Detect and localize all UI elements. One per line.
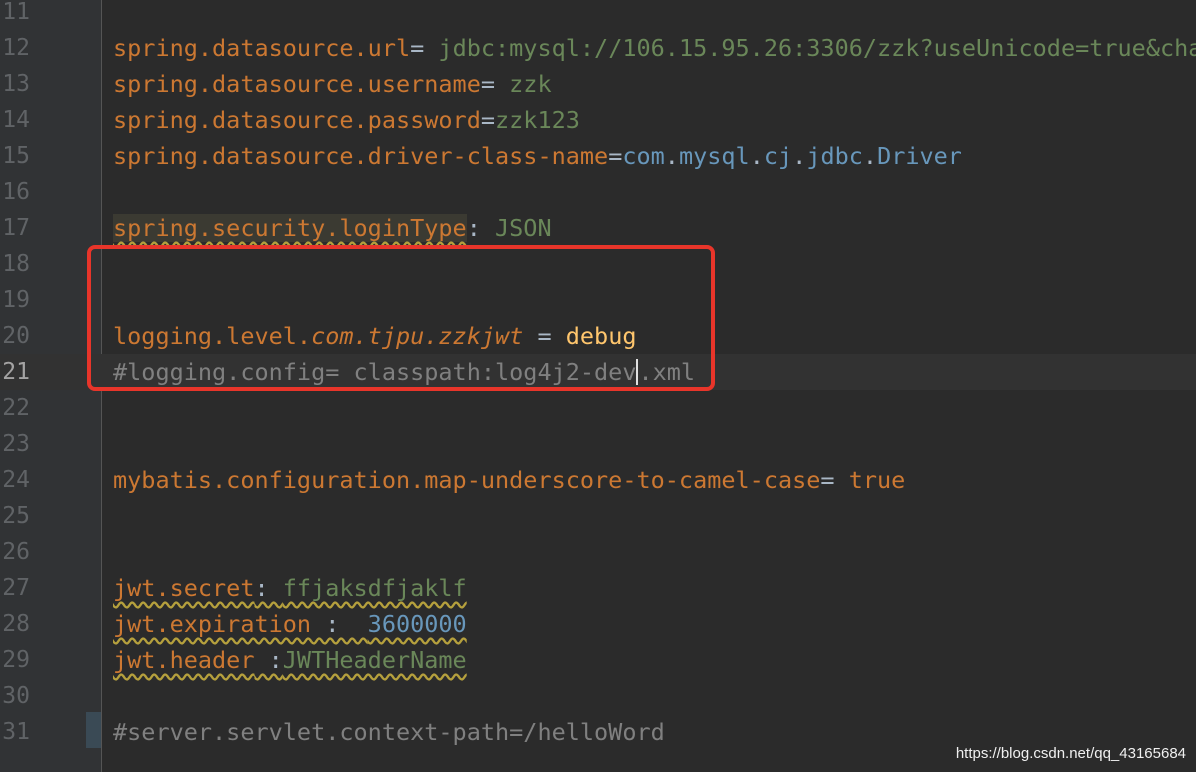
code-text[interactable]: spring.datasource.url= jdbc:mysql://106.… [113, 30, 1196, 66]
code-text[interactable]: spring.datasource.driver-class-name=com.… [113, 138, 962, 174]
property-value: 3600000 [367, 610, 467, 638]
line-number: 14 [2, 107, 30, 133]
line-number: 11 [2, 0, 30, 25]
code-line[interactable]: 28 jwt.expiration : 3600000 [0, 606, 1196, 642]
code-line[interactable]: 15 spring.datasource.driver-class-name=c… [0, 138, 1196, 174]
property-key: jwt.header [113, 646, 255, 674]
line-number: 19 [2, 287, 30, 313]
separator: = [410, 34, 439, 62]
highlight-annotation-box [87, 245, 715, 391]
code-line[interactable]: 22 [0, 390, 1196, 426]
line-number: 21 [2, 359, 30, 385]
package-segment: mysql [678, 142, 750, 170]
package-segment: cj [763, 142, 793, 170]
line-number: 28 [2, 611, 30, 637]
package-dot: . [749, 142, 764, 170]
code-line[interactable]: 30 [0, 678, 1196, 714]
property-key: jwt.expiration [113, 610, 312, 638]
line-number: 12 [2, 35, 30, 61]
line-number: 15 [2, 143, 30, 169]
property-key: jwt.secret [113, 574, 255, 602]
property-key: spring.security.loginType [113, 214, 467, 242]
line-number: 25 [2, 503, 30, 529]
property-value: JWTHeaderName [282, 646, 467, 674]
line-number: 26 [2, 539, 30, 565]
line-number: 16 [2, 179, 30, 205]
line-number: 31 [2, 719, 30, 745]
line-number: 29 [2, 647, 30, 673]
line-number: 13 [2, 71, 30, 97]
code-text[interactable]: spring.datasource.username= zzk [113, 66, 552, 102]
code-line[interactable]: 12 spring.datasource.url= jdbc:mysql://1… [0, 30, 1196, 66]
package-dot: . [664, 142, 679, 170]
code-text[interactable]: jwt.secret: ffjaksdfjaklf [113, 570, 467, 606]
code-line[interactable]: 14 spring.datasource.password=zzk123 [0, 102, 1196, 138]
code-line[interactable]: 26 [0, 534, 1196, 570]
code-line[interactable]: 24 mybatis.configuration.map-underscore-… [0, 462, 1196, 498]
property-value: ffjaksdfjaklf [282, 574, 467, 602]
line-number: 23 [2, 431, 30, 457]
line-number: 27 [2, 575, 30, 601]
property-value: zzk123 [495, 106, 580, 134]
code-line[interactable]: 17 spring.security.loginType: JSON [0, 210, 1196, 246]
code-line[interactable]: 29 jwt.header :JWTHeaderName [0, 642, 1196, 678]
property-value: true [848, 466, 906, 494]
watermark-text: https://blog.csdn.net/qq_43165684 [955, 745, 1186, 762]
code-line[interactable]: 25 [0, 498, 1196, 534]
code-line[interactable]: 16 [0, 174, 1196, 210]
code-text[interactable]: spring.datasource.password=zzk123 [113, 102, 580, 138]
line-number: 18 [2, 251, 30, 277]
separator: = [820, 466, 849, 494]
property-key: mybatis.configuration.map-underscore-to-… [113, 466, 821, 494]
code-line[interactable]: 11 [0, 0, 1196, 30]
property-key: spring.datasource.username [113, 70, 481, 98]
separator: = [480, 106, 496, 134]
separator: = [480, 70, 510, 98]
package-segment: com [622, 142, 665, 170]
code-line[interactable]: 23 [0, 426, 1196, 462]
separator: : [254, 646, 283, 674]
code-text[interactable]: mybatis.configuration.map-underscore-to-… [113, 462, 905, 498]
property-key: spring.datasource.driver-class-name [113, 142, 609, 170]
package-dot: . [862, 142, 878, 170]
line-number: 22 [2, 395, 30, 421]
code-text[interactable]: jwt.header :JWTHeaderName [113, 642, 467, 678]
separator: : [311, 610, 368, 638]
code-text[interactable]: #server.servlet.context-path=/helloWord [113, 714, 665, 750]
separator: : [466, 214, 496, 242]
line-number: 17 [2, 215, 30, 241]
package-dot: . [792, 142, 807, 170]
code-line[interactable]: 27 jwt.secret: ffjaksdfjaklf [0, 570, 1196, 606]
property-value: JSON [495, 214, 552, 242]
property-key: spring.datasource.password [113, 106, 481, 134]
code-text[interactable]: jwt.expiration : 3600000 [113, 606, 467, 642]
class-name: Driver [877, 142, 962, 170]
code-text[interactable]: spring.security.loginType: JSON [113, 210, 552, 246]
code-editor[interactable]: 11 12 spring.datasource.url= jdbc:mysql:… [0, 0, 1196, 772]
line-number: 24 [2, 467, 30, 493]
separator: : [254, 574, 283, 602]
property-key: spring.datasource.url [113, 34, 411, 62]
line-number: 20 [2, 323, 30, 349]
separator: = [608, 142, 623, 170]
code-line[interactable]: 13 spring.datasource.username= zzk [0, 66, 1196, 102]
property-value: zzk [509, 70, 552, 98]
line-number: 30 [2, 683, 30, 709]
property-value: jdbc:mysql://106.15.95.26:3306/zzk?useUn… [438, 34, 1196, 62]
package-segment: jdbc [806, 142, 863, 170]
comment-text: #server.servlet.context-path=/helloWord [113, 718, 665, 746]
